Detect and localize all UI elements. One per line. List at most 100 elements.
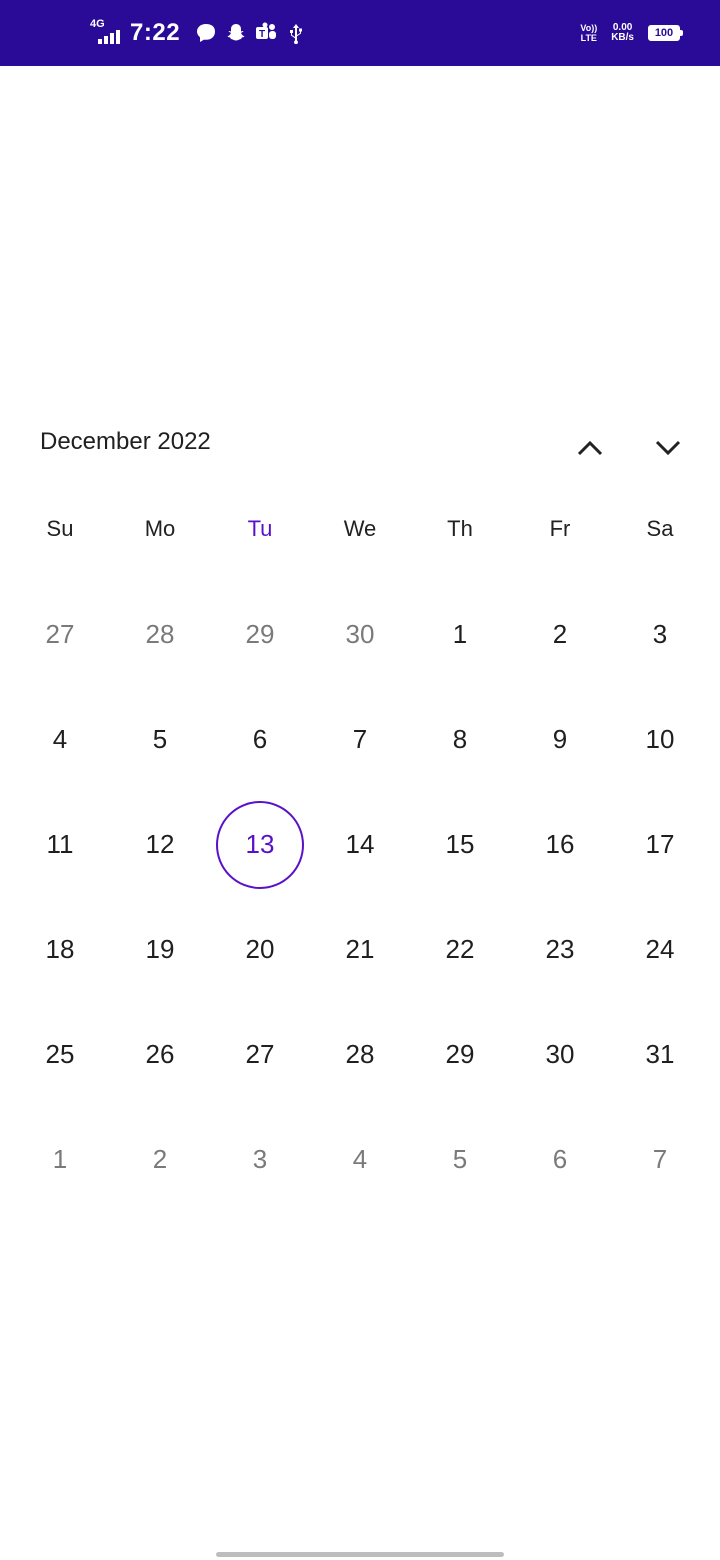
calendar-day-number: 1 — [52, 1144, 68, 1174]
calendar-day-number: 23 — [545, 934, 575, 964]
calendar-day-outside-month[interactable]: 28 — [110, 582, 210, 687]
calendar-day[interactable]: 12 — [110, 792, 210, 897]
calendar-day-number: 5 — [452, 1144, 468, 1174]
calendar-day-number: 11 — [46, 829, 74, 859]
calendar-day[interactable]: 8 — [410, 687, 510, 792]
teams-icon: T — [254, 21, 278, 45]
calendar-day[interactable]: 1 — [410, 582, 510, 687]
calendar-day-number: 6 — [552, 1144, 568, 1174]
status-time: 7:22 — [130, 19, 181, 46]
calendar-day[interactable]: 29 — [410, 1002, 510, 1107]
calendar-day[interactable]: 28 — [310, 1002, 410, 1107]
calendar-day-number: 15 — [445, 829, 475, 859]
weekday-label: We — [343, 516, 377, 541]
calendar-day[interactable]: 22 — [410, 897, 510, 1002]
calendar-day[interactable]: 6 — [210, 687, 310, 792]
weekday-label: Fr — [549, 516, 571, 541]
calendar-day-outside-month[interactable]: 30 — [310, 582, 410, 687]
calendar-day[interactable]: 3 — [610, 582, 710, 687]
calendar-day[interactable]: 26 — [110, 1002, 210, 1107]
calendar-day-number: 28 — [345, 1039, 375, 1069]
calendar-day-number: 10 — [645, 724, 675, 754]
calendar-day-outside-month[interactable]: 27 — [10, 582, 110, 687]
calendar-day[interactable]: 25 — [10, 1002, 110, 1107]
calendar-day-outside-month[interactable]: 29 — [210, 582, 310, 687]
weekday-header-row: Su Mo Tu We Th Fr Sa — [10, 516, 710, 542]
calendar-day-outside-month[interactable]: 3 — [210, 1107, 310, 1212]
calendar-grid: 27 28 29 30 1 2 3 4 5 6 7 8 9 10 11 12 13 14 15 16 17 18 19 20 2… — [10, 582, 710, 1212]
calendar-day[interactable]: 2 — [510, 582, 610, 687]
chevron-up-icon — [577, 440, 603, 456]
calendar-day[interactable]: 9 — [510, 687, 610, 792]
calendar-day-number: 22 — [445, 934, 475, 964]
calendar-day-number: 2 — [152, 1144, 168, 1174]
calendar-day-number: 27 — [245, 1039, 275, 1069]
calendar-day-number: 2 — [552, 619, 568, 649]
calendar-day[interactable]: 19 — [110, 897, 210, 1002]
calendar-day-number: 26 — [145, 1039, 175, 1069]
calendar-day[interactable]: 7 — [310, 687, 410, 792]
calendar-day-number: 3 — [652, 619, 668, 649]
calendar-day[interactable]: 4 — [10, 687, 110, 792]
month-year-label[interactable]: December 2022 — [40, 428, 211, 456]
calendar-day[interactable]: 20 — [210, 897, 310, 1002]
calendar-day-outside-month[interactable]: 1 — [10, 1107, 110, 1212]
calendar-day-outside-month[interactable]: 5 — [410, 1107, 510, 1212]
calendar-day-number: 18 — [45, 934, 75, 964]
calendar-day-number: 4 — [52, 724, 68, 754]
next-month-button[interactable] — [646, 428, 690, 468]
battery-icon: 100 — [648, 25, 683, 41]
volte-indicator: Vo)) LTE — [580, 23, 598, 43]
weekday-label: Mo — [144, 516, 176, 541]
calendar-day[interactable]: 31 — [610, 1002, 710, 1107]
calendar-day-number: 25 — [45, 1039, 75, 1069]
calendar-day-number: 14 — [345, 829, 375, 859]
calendar-day[interactable]: 30 — [510, 1002, 610, 1107]
calendar-week-row: 1 2 3 4 5 6 7 — [10, 1107, 710, 1212]
calendar-week-row: 18 19 20 21 22 23 24 — [10, 897, 710, 1002]
signal-icon: 4G — [90, 18, 126, 48]
calendar-day-number: 16 — [545, 829, 575, 859]
calendar-day-number: 3 — [252, 1144, 268, 1174]
weekday-label-today: Tu — [247, 516, 273, 541]
calendar-day[interactable]: 23 — [510, 897, 610, 1002]
calendar-week-row: 4 5 6 7 8 9 10 — [10, 687, 710, 792]
calendar-day[interactable]: 21 — [310, 897, 410, 1002]
usb-icon — [284, 21, 308, 45]
calendar-day-number: 27 — [45, 619, 75, 649]
calendar-day[interactable]: 18 — [10, 897, 110, 1002]
calendar-day[interactable]: 27 — [210, 1002, 310, 1107]
calendar-day[interactable]: 17 — [610, 792, 710, 897]
calendar-week-row: 27 28 29 30 1 2 3 — [10, 582, 710, 687]
calendar-day-number: 20 — [245, 934, 275, 964]
network-speed: 0.00 KB/s — [611, 22, 634, 43]
calendar-day-outside-month[interactable]: 6 — [510, 1107, 610, 1212]
calendar-week-row: 25 26 27 28 29 30 31 — [10, 1002, 710, 1107]
calendar-day[interactable]: 24 — [610, 897, 710, 1002]
calendar-day-number: 19 — [145, 934, 175, 964]
calendar-week-row: 11 12 13 14 15 16 17 — [10, 792, 710, 897]
previous-month-button[interactable] — [568, 428, 612, 468]
calendar-day[interactable]: 14 — [310, 792, 410, 897]
calendar-day-outside-month[interactable]: 4 — [310, 1107, 410, 1212]
calendar-day-outside-month[interactable]: 7 — [610, 1107, 710, 1212]
calendar-day[interactable]: 10 — [610, 687, 710, 792]
status-bar: 4G 7:22 T Vo)) LTE 0.00 KB/s 100 — [0, 0, 720, 66]
calendar-day[interactable]: 15 — [410, 792, 510, 897]
calendar-day-number: 28 — [145, 619, 175, 649]
weekday-label: Th — [447, 516, 473, 541]
calendar-day-number: 6 — [252, 724, 268, 754]
calendar-day-outside-month[interactable]: 2 — [110, 1107, 210, 1212]
calendar-day-selected[interactable]: 13 — [210, 792, 310, 897]
calendar-day-number: 9 — [552, 724, 568, 754]
calendar-day[interactable]: 16 — [510, 792, 610, 897]
calendar-day-number: 12 — [145, 829, 175, 859]
calendar-day-number: 30 — [545, 1039, 575, 1069]
calendar-day[interactable]: 5 — [110, 687, 210, 792]
home-indicator[interactable] — [216, 1552, 504, 1557]
calendar-day-number: 24 — [645, 934, 675, 964]
chevron-down-icon — [655, 440, 681, 456]
calendar-day[interactable]: 11 — [10, 792, 110, 897]
message-icon — [194, 21, 218, 45]
calendar-day-number: 21 — [345, 934, 375, 964]
